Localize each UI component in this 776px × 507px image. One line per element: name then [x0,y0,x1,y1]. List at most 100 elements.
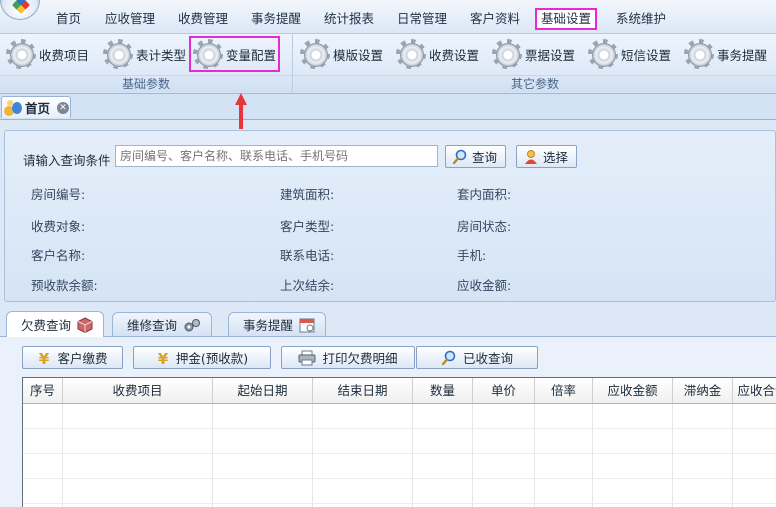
menu-customers[interactable]: 客户资料 [466,9,524,29]
reminder-settings-button[interactable]: 事务提醒 [682,37,769,71]
query-label: 请输入查询条件 [23,153,111,168]
grid-column-line [593,404,673,507]
tab-home[interactable]: 首页 ✕ [1,96,71,118]
gear-icon [492,39,522,69]
grid-column-line [535,404,593,507]
grid-column-line [63,404,213,507]
customer-payment-label: 客户缴费 [57,351,108,366]
svg-text:¥: ¥ [158,350,169,366]
receipt-settings-label: 票据设置 [525,47,576,63]
column-header[interactable]: 结束日期 [313,378,413,403]
arrears-grid[interactable]: 序号 收费项目 起始日期 结束日期 数量 单价 倍率 应收金额 滞纳金 应收合计 [22,377,776,507]
grid-column-line [213,404,313,507]
contact-phone-label: 联系电话: [280,248,335,263]
tab-arrears-query[interactable]: 欠费查询 [6,311,105,337]
grid-column-line [313,404,413,507]
fee-settings-button[interactable]: 收费设置 [394,37,481,71]
grid-column-line [473,404,535,507]
fee-items-button[interactable]: 收费项目 [4,37,91,71]
menu-basic-settings[interactable]: 基础设置 [535,8,598,30]
menu-daily[interactable]: 日常管理 [393,9,451,29]
customer-type-label: 客户类型: [280,219,335,234]
deposit-label: 押金(预收款) [175,351,249,366]
column-header[interactable]: 起始日期 [213,378,313,403]
gear-icon [588,39,618,69]
menu-receivables[interactable]: 应收管理 [101,9,159,29]
column-header[interactable]: 应收合计 [733,378,776,403]
inner-area-label: 套内面积: [457,187,512,202]
mobile-label: 手机: [457,248,487,263]
print-arrears-button[interactable]: 打印欠费明细 [281,346,415,369]
page-tab-strip: 首页 ✕ [0,94,776,120]
paid-query-button[interactable]: 已收查询 [416,346,538,369]
deposit-button[interactable]: ¥ 押金(预收款) [133,346,271,369]
tab-repair-query[interactable]: 维修查询 [112,312,213,336]
search-icon [452,149,467,164]
gear-icon [6,39,36,69]
gear-icon [193,39,223,69]
menu-fee-management[interactable]: 收费管理 [174,9,232,29]
menu-reminders[interactable]: 事务提醒 [247,9,305,29]
column-header[interactable]: 应收金额 [593,378,673,403]
search-button[interactable]: 查询 [445,145,507,168]
grid-row-line [23,453,776,454]
grid-body [23,404,776,507]
search-input[interactable] [115,145,438,167]
room-number-label: 房间编号: [31,187,86,202]
gear-icon [396,39,426,69]
tab-home-label: 首页 [25,101,51,116]
svg-text:¥: ¥ [39,350,50,366]
tools-icon [184,318,201,331]
box-icon [77,316,93,333]
yuan-icon: ¥ [39,350,50,366]
room-status-label: 房间状态: [457,219,512,234]
customer-name-label: 客户名称: [31,248,86,263]
column-header[interactable]: 数量 [413,378,473,403]
query-panel: 请输入查询条件 查询 选择 房间编号: 建筑面积: 套内面积: 收费对象: 客户… [4,130,776,302]
variable-config-button[interactable]: 变量配置 [189,36,281,72]
customer-payment-button[interactable]: ¥ 客户缴费 [22,346,123,369]
menu-system-maintenance[interactable]: 系统维护 [612,9,670,29]
meter-types-button[interactable]: 表计类型 [101,37,188,71]
group-label-basic-params: 基础参数 [0,75,292,92]
column-header[interactable]: 倍率 [535,378,593,403]
building-area-label: 建筑面积: [280,187,335,202]
variable-config-label: 变量配置 [226,47,277,63]
receipt-settings-button[interactable]: 票据设置 [490,37,577,71]
grid-column-line [673,404,733,507]
amount-due-label: 应收金额: [457,278,512,293]
select-button-label: 选择 [543,150,569,165]
meter-types-label: 表计类型 [136,47,187,63]
close-icon[interactable]: ✕ [57,101,70,114]
app-logo-icon[interactable] [0,0,40,20]
menu-home[interactable]: 首页 [52,9,85,29]
column-header[interactable]: 单价 [473,378,535,403]
template-settings-button[interactable]: 模版设置 [298,37,385,71]
column-header[interactable]: 序号 [23,378,63,403]
menu-bar: 首页 应收管理 收费管理 事务提醒 统计报表 日常管理 客户资料 基础设置 系统… [0,0,776,34]
grid-header: 序号 收费项目 起始日期 结束日期 数量 单价 倍率 应收金额 滞纳金 应收合计 [23,378,776,404]
tab-repair-query-label: 维修查询 [127,318,178,333]
column-header[interactable]: 收费项目 [63,378,213,403]
ribbon-group-other-params: 模版设置 收费设置 票据设置 短信设置 事务提醒 其它参数 [294,34,776,94]
tab-reminders[interactable]: 事务提醒 [228,312,327,336]
menu-reports[interactable]: 统计报表 [320,9,378,29]
tab-arrears-query-label: 欠费查询 [21,318,72,333]
gear-icon [684,39,714,69]
select-button[interactable]: 选择 [516,145,578,168]
print-arrears-label: 打印欠费明细 [322,351,398,366]
grid-column-line [23,404,63,507]
users-icon [4,99,22,116]
gear-icon [103,39,133,69]
last-balance-label: 上次结余: [280,278,335,293]
group-label-other-params: 其它参数 [294,75,776,92]
sms-settings-label: 短信设置 [621,47,672,63]
grid-column-line [413,404,473,507]
column-header[interactable]: 滞纳金 [673,378,733,403]
annotation-arrow-icon [235,93,247,129]
sms-settings-button[interactable]: 短信设置 [586,37,673,71]
ribbon-group-basic-params: 收费项目 表计类型 变量配置 基础参数 [0,34,293,94]
reminder-settings-label: 事务提醒 [717,47,768,63]
calendar-icon [299,318,315,332]
ribbon: 收费项目 表计类型 变量配置 基础参数 模版设置 收费设置 票据设置 短信设置 [0,34,776,94]
